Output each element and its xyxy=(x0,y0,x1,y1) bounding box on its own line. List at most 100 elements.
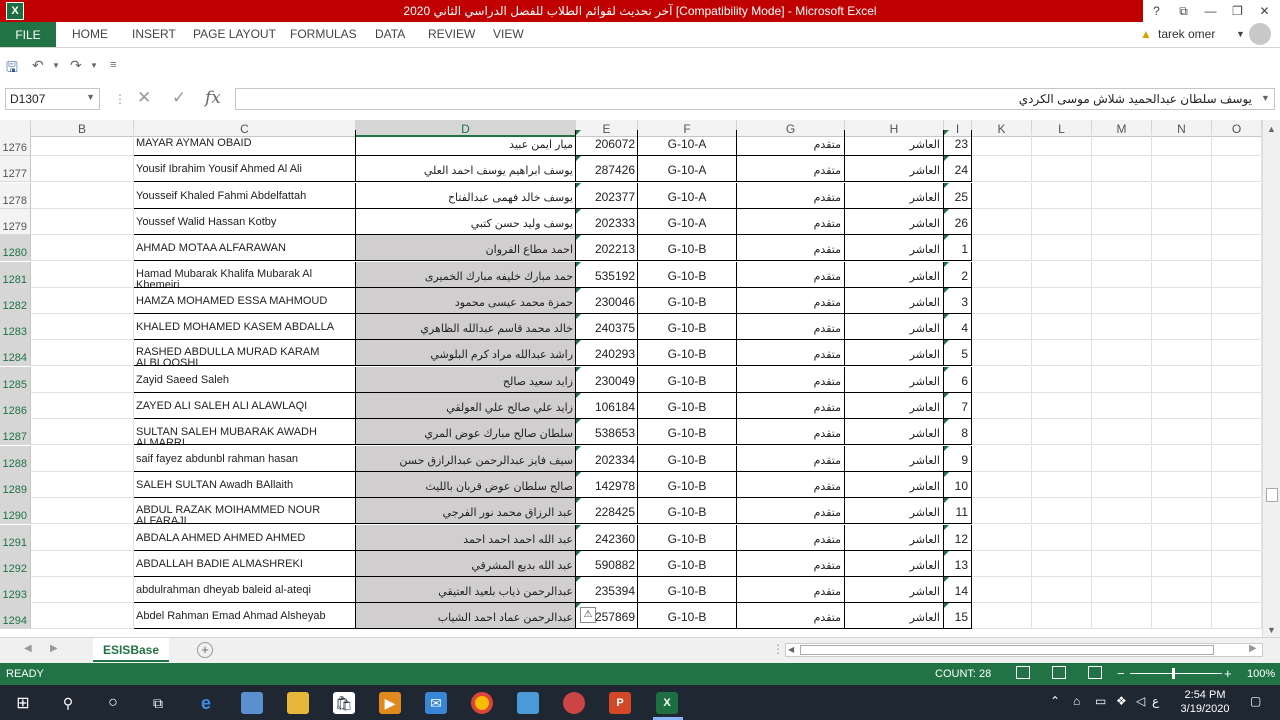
cell-level[interactable]: متقدم xyxy=(737,156,845,183)
cancel-icon[interactable]: ✕ xyxy=(137,88,151,108)
cell-b[interactable] xyxy=(31,340,134,367)
cell-student-id[interactable]: 206072 xyxy=(576,130,638,156)
cell-empty[interactable] xyxy=(972,393,1032,419)
cell-level[interactable]: متقدم xyxy=(737,419,845,446)
cell-index[interactable]: 2 xyxy=(944,261,972,288)
cell-empty[interactable] xyxy=(972,498,1032,525)
redo-icon[interactable]: ↷ xyxy=(70,57,82,74)
cell-b[interactable] xyxy=(31,419,134,446)
vertical-scrollbar[interactable]: ▲ ▼ xyxy=(1262,120,1280,637)
cell-level[interactable]: متقدم xyxy=(737,208,845,235)
cell-index[interactable]: 7 xyxy=(944,393,972,419)
cell-student-id[interactable]: 228425 xyxy=(576,498,638,525)
row-header[interactable]: 1281 xyxy=(0,261,31,288)
cell-student-id[interactable]: 230049 xyxy=(576,366,638,393)
cell-section[interactable]: G-10-B xyxy=(638,524,737,551)
cell-b[interactable] xyxy=(31,393,134,419)
cell-empty[interactable] xyxy=(1032,393,1092,419)
cell-b[interactable] xyxy=(31,235,134,262)
cell-grade[interactable]: العاشر xyxy=(845,577,944,604)
scroll-down-icon[interactable]: ▼ xyxy=(1267,625,1276,635)
cell-empty[interactable] xyxy=(1152,366,1212,393)
zoom-slider-thumb[interactable] xyxy=(1172,668,1175,679)
cell-english-name[interactable]: SALEH SULTAN Awadh BAllaith xyxy=(134,471,356,498)
cell-b[interactable] xyxy=(31,577,134,604)
zoom-in-icon[interactable]: + xyxy=(1224,666,1232,681)
cell-grade[interactable]: العاشر xyxy=(845,603,944,630)
cell-empty[interactable] xyxy=(972,287,1032,314)
cell-empty[interactable] xyxy=(1032,182,1092,209)
cell-grade[interactable]: العاشر xyxy=(845,393,944,419)
cell-student-id[interactable]: 287426 xyxy=(576,156,638,183)
cell-level[interactable]: متقدم xyxy=(737,524,845,551)
cell-english-name[interactable]: saif fayez abdunbl rahman hasan xyxy=(134,445,356,472)
user-name[interactable]: tarek omer xyxy=(1158,27,1215,41)
cell-b[interactable] xyxy=(31,208,134,235)
cell-grade[interactable]: العاشر xyxy=(845,314,944,341)
cell-student-id[interactable]: 240375 xyxy=(576,314,638,341)
cell-empty[interactable] xyxy=(972,182,1032,209)
cell-index[interactable]: 5 xyxy=(944,340,972,367)
zoom-out-icon[interactable]: − xyxy=(1117,666,1125,681)
cell-level[interactable]: متقدم xyxy=(737,577,845,604)
cell-student-id[interactable]: 538653 xyxy=(576,419,638,446)
cell-section[interactable]: G-10-B xyxy=(638,603,737,630)
row-header[interactable]: 1282 xyxy=(0,287,31,314)
row-header[interactable]: 1280 xyxy=(0,235,31,262)
undo-icon[interactable]: ↶ xyxy=(32,57,44,74)
cell-empty[interactable] xyxy=(972,235,1032,262)
cell-empty[interactable] xyxy=(1032,235,1092,262)
cell-empty[interactable] xyxy=(1092,577,1152,604)
cell-arabic-name[interactable]: خالد محمد قاسم عبدالله الظاهري xyxy=(356,314,576,341)
cell-level[interactable]: متقدم xyxy=(737,603,845,630)
cell-empty[interactable] xyxy=(1152,550,1212,577)
cell-section[interactable]: G-10-B xyxy=(638,419,737,446)
cell-empty[interactable] xyxy=(1152,603,1212,630)
sheet-prev-icon[interactable]: ◀ xyxy=(24,643,32,654)
cell-arabic-name[interactable]: يوسف خالد فهمى عبدالفتاح xyxy=(356,182,576,209)
store-app-icon[interactable] xyxy=(241,692,263,714)
cell-level[interactable]: متقدم xyxy=(737,550,845,577)
cell-empty[interactable] xyxy=(1092,261,1152,288)
cell-arabic-name[interactable]: احمد مطاع الفروان xyxy=(356,235,576,262)
cell-english-name[interactable]: RASHED ABDULLA MURAD KARAM ALBLOOSHI xyxy=(134,340,356,367)
cell-arabic-name[interactable]: صالح سلطان عوض قربان بالليث xyxy=(356,471,576,498)
cell-empty[interactable] xyxy=(1032,287,1092,314)
cell-empty[interactable] xyxy=(1032,445,1092,472)
cell-empty[interactable] xyxy=(1212,287,1262,314)
tab-review[interactable]: REVIEW xyxy=(428,27,475,41)
cell-section[interactable]: G-10-B xyxy=(638,577,737,604)
tab-home[interactable]: HOME xyxy=(72,27,108,41)
powerpoint-icon[interactable]: P xyxy=(609,692,631,714)
horizontal-scrollbar[interactable]: ◀ xyxy=(785,643,1263,657)
cell-english-name[interactable]: ZAYED ALI SALEH ALI ALAWLAQI xyxy=(134,393,356,419)
cell-empty[interactable] xyxy=(1092,340,1152,367)
cell-empty[interactable] xyxy=(1212,235,1262,262)
row-header[interactable]: 1277 xyxy=(0,156,31,183)
cell-empty[interactable] xyxy=(1092,287,1152,314)
normal-view-icon[interactable] xyxy=(1016,666,1030,679)
dropbox-icon[interactable]: ❖ xyxy=(1116,694,1127,708)
cell-empty[interactable] xyxy=(1152,577,1212,604)
cell-empty[interactable] xyxy=(1212,603,1262,630)
cell-empty[interactable] xyxy=(972,340,1032,367)
cell-empty[interactable] xyxy=(1212,393,1262,419)
cell-empty[interactable] xyxy=(1032,471,1092,498)
cell-empty[interactable] xyxy=(1152,156,1212,183)
cell-empty[interactable] xyxy=(1092,182,1152,209)
cell-empty[interactable] xyxy=(1212,419,1262,446)
tray-chevron-icon[interactable]: ⌃ xyxy=(1050,694,1060,708)
cell-index[interactable]: 10 xyxy=(944,471,972,498)
cell-empty[interactable] xyxy=(1032,314,1092,341)
cell-empty[interactable] xyxy=(1212,130,1262,156)
error-options-icon[interactable]: ⚠ xyxy=(580,607,596,624)
cell-level[interactable]: متقدم xyxy=(737,340,845,367)
cell-grade[interactable]: العاشر xyxy=(845,498,944,525)
cell-empty[interactable] xyxy=(1092,235,1152,262)
cell-index[interactable]: 11 xyxy=(944,498,972,525)
cell-section[interactable]: G-10-B xyxy=(638,498,737,525)
cell-english-name[interactable]: ABDALLAH BADIE ALMASHREKI xyxy=(134,550,356,577)
cell-empty[interactable] xyxy=(1152,208,1212,235)
cell-english-name[interactable]: Youssef Walid Hassan Kotby xyxy=(134,208,356,235)
cell-b[interactable] xyxy=(31,182,134,209)
